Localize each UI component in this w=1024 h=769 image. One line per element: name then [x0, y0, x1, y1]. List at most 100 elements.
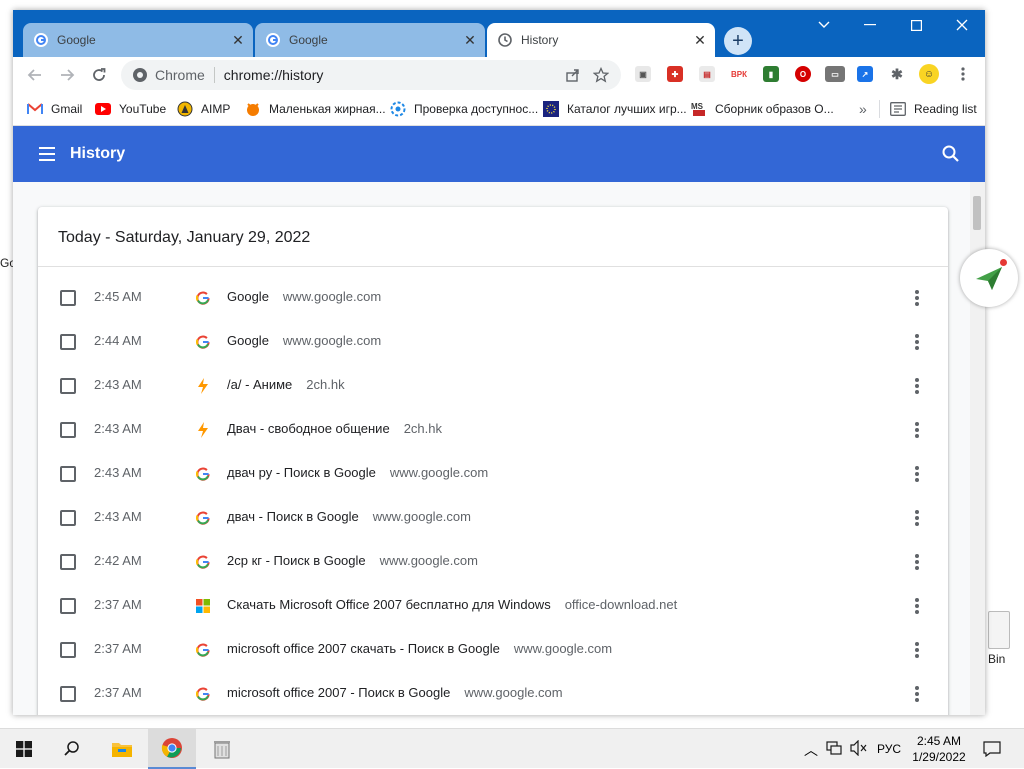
more-actions-icon[interactable] [914, 684, 920, 704]
tab-close-icon[interactable]: ✕ [689, 32, 711, 49]
puzzle-extensions-icon[interactable]: ✱ [889, 66, 905, 82]
bookmark-catalog[interactable]: Каталог лучших игр... [543, 100, 687, 118]
history-row[interactable]: 2:37 AM microsoft office 2007 - Поиск в G… [38, 672, 948, 715]
more-actions-icon[interactable] [914, 508, 920, 528]
bookmark-check[interactable]: Проверка доступнос... [390, 100, 538, 118]
row-checkbox[interactable] [60, 686, 76, 702]
search-icon[interactable] [941, 144, 961, 164]
back-arrow-icon[interactable] [21, 61, 49, 89]
row-title[interactable]: 2ср кг - Поиск в Google [227, 553, 366, 568]
tab-close-icon[interactable]: ✕ [227, 32, 249, 49]
notifications-icon[interactable] [972, 729, 1012, 769]
history-row[interactable]: 2:43 AM/a/ - Аниме 2ch.hk [38, 364, 948, 408]
row-checkbox[interactable] [60, 290, 76, 306]
opera-icon[interactable]: O [795, 66, 811, 82]
extension-2-icon[interactable]: ✚ [667, 66, 683, 82]
more-actions-icon[interactable] [914, 332, 920, 352]
floating-send-button[interactable] [960, 249, 1018, 307]
tab-google-2[interactable]: Google ✕ [255, 23, 485, 57]
chevron-down-icon[interactable] [801, 10, 847, 40]
more-actions-icon[interactable] [914, 288, 920, 308]
row-checkbox[interactable] [60, 334, 76, 350]
row-entry[interactable]: microsoft office 2007 скачать - Поиск в … [227, 641, 612, 656]
search-icon[interactable] [48, 729, 96, 769]
chrome-taskbar-icon[interactable] [148, 729, 196, 769]
more-actions-icon[interactable] [914, 376, 920, 396]
tab-history[interactable]: History ✕ [487, 23, 715, 57]
row-checkbox[interactable] [60, 378, 76, 394]
bookmark-star-icon[interactable] [587, 61, 615, 89]
recycle-bin-desktop-icon[interactable]: Bin [986, 605, 1024, 675]
more-actions-icon[interactable] [914, 640, 920, 660]
row-checkbox[interactable] [60, 510, 76, 526]
share-icon[interactable] [559, 61, 587, 89]
network-icon[interactable] [826, 740, 842, 759]
clock[interactable]: 2:45 AM 1/29/2022 [906, 733, 972, 765]
bookmark-ms[interactable]: MS Сборник образов О... [691, 100, 834, 118]
row-title[interactable]: Google [227, 333, 269, 348]
omnibox-url[interactable]: chrome://history [224, 67, 559, 83]
row-entry[interactable]: Google www.google.com [227, 333, 381, 348]
history-row[interactable]: 2:45 AM Google www.google.com [38, 276, 948, 320]
profile-avatar[interactable]: ☺ [919, 64, 939, 84]
reload-icon[interactable] [85, 61, 113, 89]
tab-close-icon[interactable]: ✕ [459, 32, 481, 49]
forward-arrow-icon[interactable] [53, 61, 81, 89]
row-title[interactable]: двач ру - Поиск в Google [227, 465, 376, 480]
row-title[interactable]: Скачать Microsoft Office 2007 бесплатно … [227, 597, 551, 612]
row-title[interactable]: двач - Поиск в Google [227, 509, 359, 524]
row-title[interactable]: /a/ - Аниме [227, 377, 292, 392]
chrome-menu-icon[interactable] [953, 66, 973, 82]
more-actions-icon[interactable] [914, 420, 920, 440]
more-actions-icon[interactable] [914, 552, 920, 572]
close-icon[interactable] [939, 10, 985, 40]
bookmarks-overflow-icon[interactable]: » [859, 100, 867, 118]
reading-list-button[interactable]: Reading list [890, 100, 977, 118]
row-checkbox[interactable] [60, 642, 76, 658]
row-entry[interactable]: /a/ - Аниме 2ch.hk [227, 377, 345, 392]
history-row[interactable]: 2:43 AM Двач - свободное общение 2ch.hk [38, 408, 948, 452]
bookmark-gmail[interactable]: Gmail [27, 100, 82, 118]
bookmark-aimp[interactable]: AIMP [177, 100, 230, 118]
row-title[interactable]: microsoft office 2007 скачать - Поиск в … [227, 641, 500, 656]
history-row[interactable]: 2:43 AM двач ру - Поиск в Google www.googl… [38, 452, 948, 496]
row-checkbox[interactable] [60, 422, 76, 438]
bookmark-fox[interactable]: Маленькая жирная... [245, 100, 386, 118]
history-row[interactable]: 2:44 AM Google www.google.com [38, 320, 948, 364]
row-entry[interactable]: microsoft office 2007 - Поиск в Google ww… [227, 685, 563, 700]
history-row[interactable]: 2:42 AM 2ср кг - Поиск в Google www.google… [38, 540, 948, 584]
row-entry[interactable]: Google www.google.com [227, 289, 381, 304]
history-row[interactable]: 2:37 AM microsoft office 2007 скачать - П… [38, 628, 948, 672]
row-checkbox[interactable] [60, 466, 76, 482]
row-title[interactable]: Двач - свободное общение [227, 421, 390, 436]
more-actions-icon[interactable] [914, 464, 920, 484]
row-checkbox[interactable] [60, 554, 76, 570]
row-checkbox[interactable] [60, 598, 76, 614]
recycle-app-icon[interactable] [198, 729, 246, 769]
omnibox[interactable]: Chrome chrome://history [121, 60, 621, 90]
windows-start-icon[interactable] [0, 729, 48, 769]
extension-5-icon[interactable]: ▮ [763, 66, 779, 82]
row-entry[interactable]: двач - Поиск в Google www.google.com [227, 509, 471, 524]
history-row[interactable]: 2:37 AM Скачать Microsoft Office 2007 бес… [38, 584, 948, 628]
extension-7-icon[interactable]: ▭ [825, 66, 845, 82]
new-tab-button[interactable]: + [724, 27, 752, 55]
menu-hamburger-icon[interactable] [39, 147, 55, 161]
extension-4-icon[interactable]: ВРК [729, 66, 749, 82]
minimize-icon[interactable] [847, 10, 893, 40]
row-entry[interactable]: 2ср кг - Поиск в Google www.google.com [227, 553, 478, 568]
more-actions-icon[interactable] [914, 596, 920, 616]
row-entry[interactable]: двач ру - Поиск в Google www.google.com [227, 465, 488, 480]
tray-chevron-up-icon[interactable]: ︿ [804, 740, 818, 760]
row-title[interactable]: Google [227, 289, 269, 304]
extension-8-icon[interactable]: ↗ [857, 66, 873, 82]
row-entry[interactable]: Двач - свободное общение 2ch.hk [227, 421, 442, 436]
tab-google-1[interactable]: Google ✕ [23, 23, 253, 57]
file-explorer-icon[interactable] [98, 729, 146, 769]
bookmark-youtube[interactable]: YouTube [95, 100, 166, 118]
language-indicator[interactable]: РУС [877, 742, 901, 756]
volume-muted-icon[interactable] [850, 739, 868, 759]
extension-1-icon[interactable]: ▣ [635, 66, 651, 82]
maximize-icon[interactable] [893, 10, 939, 40]
history-row[interactable]: 2:43 AM двач - Поиск в Google www.google.c… [38, 496, 948, 540]
